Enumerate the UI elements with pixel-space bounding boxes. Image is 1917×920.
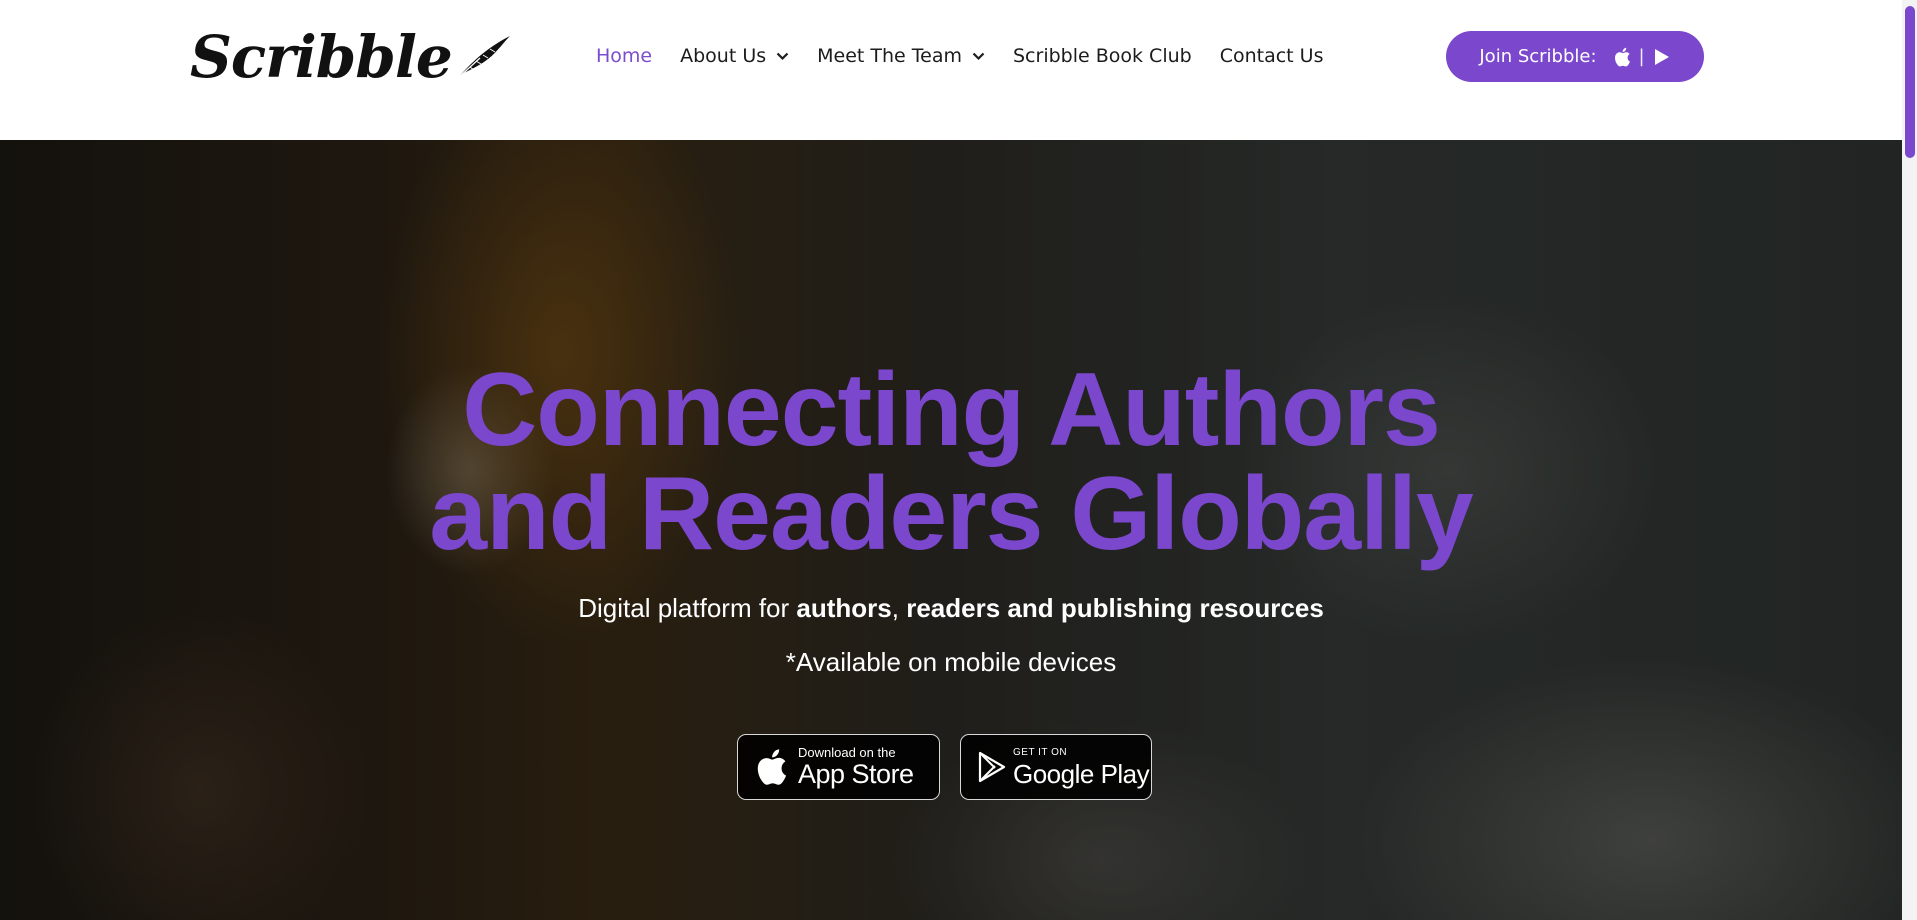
headline-line-2: and Readers Globally xyxy=(429,456,1473,572)
app-store-button[interactable]: Download on the App Store xyxy=(737,734,940,800)
apple-icon xyxy=(1614,47,1630,66)
scrollbar-thumb[interactable] xyxy=(1905,6,1915,158)
hero-headline: Connecting Authors and Readers Globally xyxy=(0,358,1902,566)
availability-note: *Available on mobile devices xyxy=(785,647,1117,677)
site-header: Scribble Home About Us Meet The Team Scr… xyxy=(0,0,1902,140)
subtitle-separator: , xyxy=(891,593,907,623)
chevron-down-icon xyxy=(776,52,789,60)
nav-home[interactable]: Home xyxy=(596,45,652,67)
google-play-small: GET IT ON xyxy=(1013,747,1068,758)
google-play-text: GET IT ON Google Play xyxy=(1013,746,1150,789)
app-store-small: Download on the xyxy=(798,745,896,760)
quill-icon xyxy=(457,36,510,79)
subtitle-prefix: Digital platform for xyxy=(578,593,797,623)
join-label: Join Scribble: xyxy=(1479,46,1597,67)
page-scrollbar[interactable] xyxy=(1902,0,1917,920)
nav-about-us-label: About Us xyxy=(680,45,767,67)
headline-line-1: Connecting Authors xyxy=(462,352,1441,468)
apple-icon xyxy=(757,749,787,785)
logo[interactable]: Scribble xyxy=(190,24,512,90)
hero-subtitle: Digital platform for authors, readers an… xyxy=(0,593,1902,624)
app-store-big: App Store xyxy=(798,759,914,789)
join-separator: | xyxy=(1638,46,1645,67)
google-play-icon xyxy=(978,751,1006,783)
hero-section: Connecting Authors and Readers Globally … xyxy=(0,140,1902,920)
nav-contact-us[interactable]: Contact Us xyxy=(1220,45,1324,67)
nav-home-label: Home xyxy=(596,45,653,67)
logo-text: Scribble xyxy=(190,23,453,91)
nav-book-club-label: Scribble Book Club xyxy=(1013,45,1192,67)
nav-contact-us-label: Contact Us xyxy=(1219,45,1324,67)
subtitle-readers: readers and publishing resources xyxy=(906,593,1324,623)
join-icons: | xyxy=(1613,46,1671,67)
subtitle-authors: authors xyxy=(796,593,892,623)
nav-about-us[interactable]: About Us xyxy=(680,45,789,67)
google-play-button[interactable]: GET IT ON Google Play xyxy=(960,734,1152,800)
play-icon xyxy=(1654,48,1669,65)
google-play-big: Google Play xyxy=(1013,759,1150,789)
chevron-down-icon xyxy=(972,52,985,60)
join-scribble-button[interactable]: Join Scribble: | xyxy=(1446,31,1704,82)
nav-scribble-book-club[interactable]: Scribble Book Club xyxy=(1013,45,1192,67)
nav-meet-the-team-label: Meet The Team xyxy=(817,45,962,67)
app-store-text: Download on the App Store xyxy=(798,745,914,789)
main-nav: Home About Us Meet The Team Scribble Boo… xyxy=(596,40,1323,72)
nav-meet-the-team[interactable]: Meet The Team xyxy=(817,45,985,67)
